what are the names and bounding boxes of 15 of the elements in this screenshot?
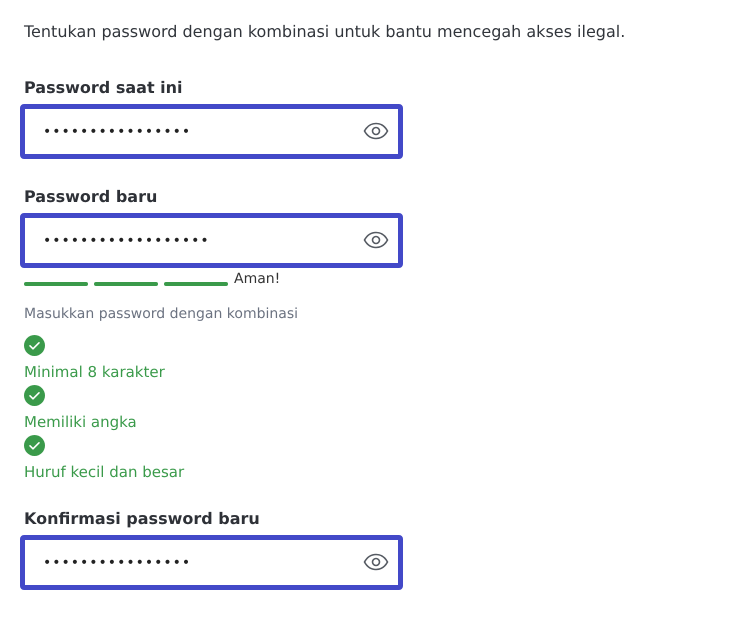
strength-label: Aman! [234, 272, 280, 286]
rule-text: Memiliki angka [24, 413, 138, 431]
hint-text: Masukkan password dengan kombinasi [24, 305, 299, 324]
password-field[interactable]: •••••••••••••••• [20, 104, 403, 159]
rule-text: Huruf kecil dan besar [24, 463, 186, 481]
intro-text: Tentukan password dengan kombinasi untuk bantu mencegah akses ilegal. [24, 21, 626, 43]
eye-icon[interactable] [363, 553, 389, 571]
eye-icon[interactable] [363, 231, 389, 249]
password-field[interactable]: •••••••••••••••••• [20, 213, 403, 268]
rule-text: Minimal 8 karakter [24, 363, 166, 381]
eye-icon[interactable] [363, 122, 389, 140]
field-label: Password saat ini [24, 77, 184, 99]
password-field[interactable]: •••••••••••••••• [20, 535, 403, 590]
field-label: Konfirmasi password baru [24, 508, 261, 530]
field-label: Password baru [24, 186, 158, 208]
